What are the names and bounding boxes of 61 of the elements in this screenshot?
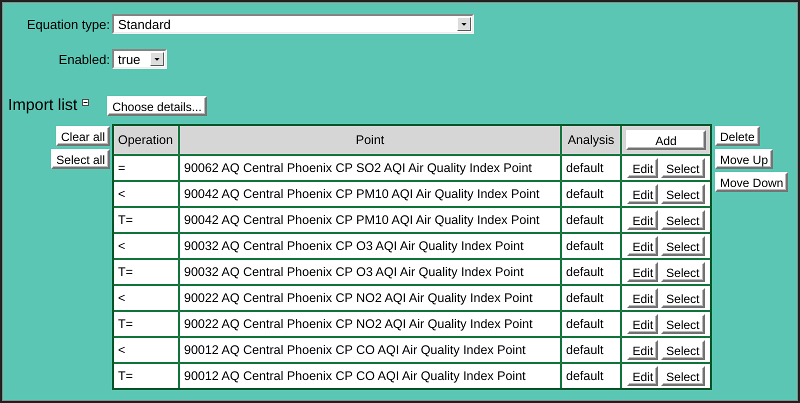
- select-all-button[interactable]: Select all: [51, 149, 110, 169]
- table-cell: T=: [114, 260, 178, 284]
- select-button[interactable]: Select: [661, 314, 705, 334]
- column-header: Point: [180, 126, 560, 154]
- equation-type-select[interactable]: Standard: [112, 14, 474, 34]
- choose-details-button[interactable]: Choose details...: [107, 96, 207, 116]
- table-cell: 90062 AQ Central Phoenix CP SO2 AQI Air Quality Index Point: [180, 156, 560, 180]
- table-cell: <: [114, 182, 178, 206]
- edit-button[interactable]: Edit: [627, 288, 658, 308]
- edit-button[interactable]: Edit: [627, 262, 658, 282]
- table-cell: 90042 AQ Central Phoenix CP PM10 AQI Air Quality Index Point: [180, 182, 560, 206]
- table-cell: T=: [114, 364, 178, 388]
- section-title: Import list: [7, 97, 78, 115]
- table-cell: default: [562, 208, 620, 232]
- select-button[interactable]: Select: [661, 366, 705, 386]
- select-button[interactable]: Select: [661, 210, 705, 230]
- select-button[interactable]: Select: [661, 340, 705, 360]
- column-header: Operation: [114, 126, 178, 154]
- delete-button[interactable]: Delete: [715, 126, 760, 146]
- table-cell: =: [114, 156, 178, 180]
- edit-button[interactable]: Edit: [627, 340, 658, 360]
- field-label: Equation type:: [26, 16, 111, 32]
- move-down-button[interactable]: Move Down: [715, 172, 788, 192]
- edit-button[interactable]: Edit: [627, 366, 658, 386]
- table-cell: 90032 AQ Central Phoenix CP O3 AQI Air Quality Index Point: [180, 260, 560, 284]
- table-cell: <: [114, 286, 178, 310]
- table-cell: 90012 AQ Central Phoenix CP CO AQI Air Quality Index Point: [180, 338, 560, 362]
- select-button[interactable]: Select: [661, 262, 705, 282]
- move-up-button[interactable]: Move Up: [715, 149, 774, 169]
- select-button[interactable]: Select: [661, 184, 705, 204]
- clear-all-button[interactable]: Clear all: [56, 126, 110, 146]
- table-cell: default: [562, 156, 620, 180]
- table-cell: default: [562, 312, 620, 336]
- table-cell: default: [562, 260, 620, 284]
- select-button[interactable]: Select: [661, 236, 705, 256]
- table-cell: <: [114, 338, 178, 362]
- table-cell: T=: [114, 208, 178, 232]
- column-header: Analysis: [562, 126, 620, 154]
- table-cell: default: [562, 364, 620, 388]
- table-cell: <: [114, 234, 178, 258]
- enabled-select[interactable]: true: [112, 49, 167, 69]
- field-label: Enabled:: [58, 52, 111, 66]
- table-cell: 90042 AQ Central Phoenix CP PM10 AQI Air Quality Index Point: [180, 208, 560, 232]
- table-cell: default: [562, 338, 620, 362]
- edit-button[interactable]: Edit: [627, 236, 658, 256]
- table-cell: default: [562, 286, 620, 310]
- select-button[interactable]: Select: [661, 288, 705, 308]
- table-cell: T=: [114, 312, 178, 336]
- table-cell: 90022 AQ Central Phoenix CP NO2 AQI Air Quality Index Point: [180, 286, 560, 310]
- edit-button[interactable]: Edit: [627, 314, 658, 334]
- table-cell: 90012 AQ Central Phoenix CP CO AQI Air Quality Index Point: [180, 364, 560, 388]
- table-cell: default: [562, 182, 620, 206]
- table-cell: 90022 AQ Central Phoenix CP NO2 AQI Air Quality Index Point: [180, 312, 560, 336]
- edit-button[interactable]: Edit: [627, 210, 658, 230]
- collapse-icon[interactable]: [82, 98, 90, 106]
- edit-button[interactable]: Edit: [627, 158, 658, 178]
- edit-button[interactable]: Edit: [627, 184, 658, 204]
- select-button[interactable]: Select: [661, 158, 705, 178]
- table-cell: 90032 AQ Central Phoenix CP O3 AQI Air Quality Index Point: [180, 234, 560, 258]
- add-button[interactable]: Add: [626, 130, 706, 150]
- table-cell: default: [562, 234, 620, 258]
